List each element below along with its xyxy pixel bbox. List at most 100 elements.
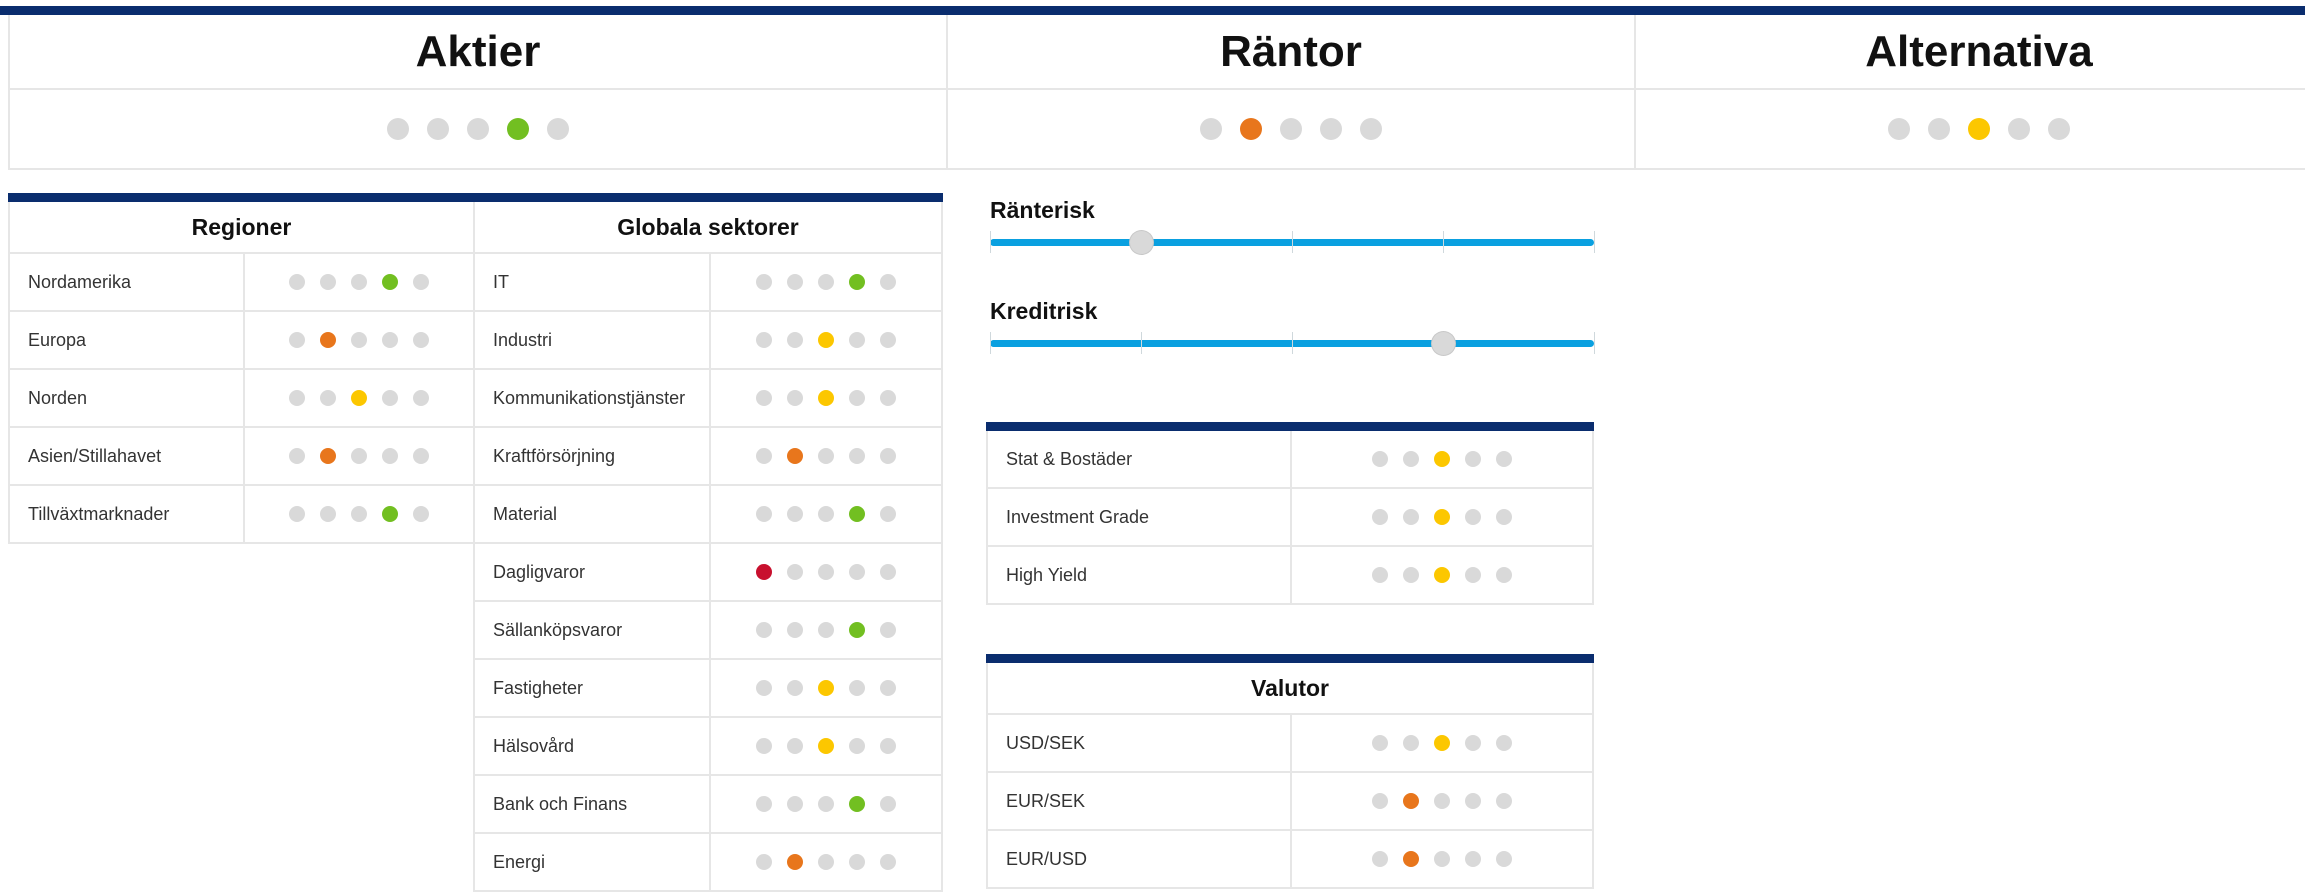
table-row: EUR/USD bbox=[986, 831, 1594, 889]
regions-panel: Regioner Nordamerika Europa Norden Asien/St… bbox=[8, 193, 475, 544]
rating-dot-active bbox=[1240, 118, 1262, 140]
table-row: USD/SEK bbox=[986, 715, 1594, 773]
rating-dot-active bbox=[320, 448, 336, 464]
regions-rows: Nordamerika Europa Norden Asien/Stillahavet… bbox=[8, 254, 475, 544]
rating-dots bbox=[756, 796, 896, 812]
rating-dot bbox=[1496, 851, 1512, 867]
row-label: Investment Grade bbox=[988, 489, 1292, 545]
rating-dot bbox=[1320, 118, 1342, 140]
rating-dot bbox=[413, 390, 429, 406]
rating-dots bbox=[289, 448, 429, 464]
rating-dot bbox=[787, 274, 803, 290]
slider-track bbox=[990, 328, 1595, 358]
table-row: Bank och Finans bbox=[473, 776, 943, 834]
asset-class-title: Räntor bbox=[948, 15, 1634, 90]
rating-dot bbox=[289, 274, 305, 290]
rating-dot bbox=[1372, 735, 1388, 751]
rating-dot bbox=[1403, 451, 1419, 467]
rating-dot bbox=[1372, 451, 1388, 467]
rating-dot bbox=[1465, 509, 1481, 525]
asset-class-title: Aktier bbox=[10, 15, 946, 90]
rating-dot bbox=[1372, 509, 1388, 525]
rating-dots bbox=[289, 332, 429, 348]
rating-dot bbox=[787, 506, 803, 522]
rating-dot bbox=[849, 448, 865, 464]
rating-dot bbox=[849, 390, 865, 406]
rating-dot bbox=[849, 680, 865, 696]
panel-accent-bar bbox=[986, 654, 1594, 663]
rating-dots bbox=[289, 274, 429, 290]
table-row: High Yield bbox=[986, 547, 1594, 605]
rating-dots bbox=[1372, 567, 1512, 583]
rating-dot bbox=[1928, 118, 1950, 140]
rating-dot-active bbox=[1968, 118, 1990, 140]
table-row: Tillväxtmarknader bbox=[8, 486, 475, 544]
rating-dot-active bbox=[1434, 509, 1450, 525]
rating-dot bbox=[880, 680, 896, 696]
rating-dot bbox=[320, 506, 336, 522]
top-accent-bar bbox=[0, 6, 2305, 15]
row-label: Energi bbox=[475, 834, 711, 890]
rating-dot bbox=[787, 390, 803, 406]
rating-dot bbox=[1496, 451, 1512, 467]
slider-knob bbox=[1432, 332, 1455, 355]
panel-accent-bar bbox=[473, 193, 943, 202]
rating-dot-active bbox=[1434, 567, 1450, 583]
rating-dot bbox=[382, 448, 398, 464]
rating-dots bbox=[756, 680, 896, 696]
panel-accent-bar bbox=[8, 193, 475, 202]
rating-dot bbox=[756, 854, 772, 870]
rating-dot-active bbox=[787, 448, 803, 464]
rating-dot bbox=[787, 796, 803, 812]
rating-dot bbox=[1465, 735, 1481, 751]
rating-dot bbox=[756, 796, 772, 812]
rating-dot bbox=[351, 448, 367, 464]
rating-dot bbox=[818, 448, 834, 464]
rating-dot bbox=[1372, 567, 1388, 583]
table-row: Nordamerika bbox=[8, 254, 475, 312]
rating-dot-active bbox=[756, 564, 772, 580]
rating-dot-active bbox=[382, 506, 398, 522]
table-row: Kraftförsörjning bbox=[473, 428, 943, 486]
rating-dot bbox=[818, 622, 834, 638]
row-label: Sällanköpsvaror bbox=[475, 602, 711, 658]
rating-dot bbox=[387, 118, 409, 140]
rating-dot bbox=[413, 448, 429, 464]
rating-dot bbox=[351, 274, 367, 290]
row-label: Europa bbox=[10, 312, 245, 368]
rating-dots bbox=[756, 738, 896, 754]
rating-dots bbox=[1372, 451, 1512, 467]
rating-dots bbox=[387, 118, 569, 140]
rating-dot bbox=[818, 274, 834, 290]
row-label: Kommunikationstjänster bbox=[475, 370, 711, 426]
rating-dot bbox=[413, 274, 429, 290]
rating-dots bbox=[1200, 118, 1382, 140]
slider-label: Kreditrisk bbox=[990, 298, 1098, 324]
rating-dot-active bbox=[849, 622, 865, 638]
credit-risk-slider: Kreditrisk bbox=[990, 298, 1595, 358]
rating-dot bbox=[880, 274, 896, 290]
slider-track bbox=[990, 227, 1595, 257]
rating-dot-active bbox=[818, 738, 834, 754]
rating-dot bbox=[1372, 851, 1388, 867]
rating-dot bbox=[787, 738, 803, 754]
rating-dot bbox=[756, 738, 772, 754]
rating-dot bbox=[1465, 451, 1481, 467]
asset-class-alternativa: Alternativa bbox=[1634, 15, 2305, 170]
rating-dots bbox=[756, 564, 896, 580]
rating-dot-active bbox=[818, 390, 834, 406]
row-label: Stat & Bostäder bbox=[988, 431, 1292, 487]
rating-dot-active bbox=[382, 274, 398, 290]
rating-dots bbox=[289, 506, 429, 522]
asset-class-rantor: Räntor bbox=[946, 15, 1636, 170]
rating-dot bbox=[1496, 509, 1512, 525]
row-label: Nordamerika bbox=[10, 254, 245, 310]
rating-dot bbox=[849, 332, 865, 348]
rating-dot bbox=[289, 390, 305, 406]
rating-dot bbox=[818, 564, 834, 580]
table-row: Energi bbox=[473, 834, 943, 892]
rating-dot bbox=[1403, 567, 1419, 583]
slider-label: Ränterisk bbox=[990, 197, 1095, 223]
rating-dots bbox=[756, 506, 896, 522]
rating-dot bbox=[382, 390, 398, 406]
